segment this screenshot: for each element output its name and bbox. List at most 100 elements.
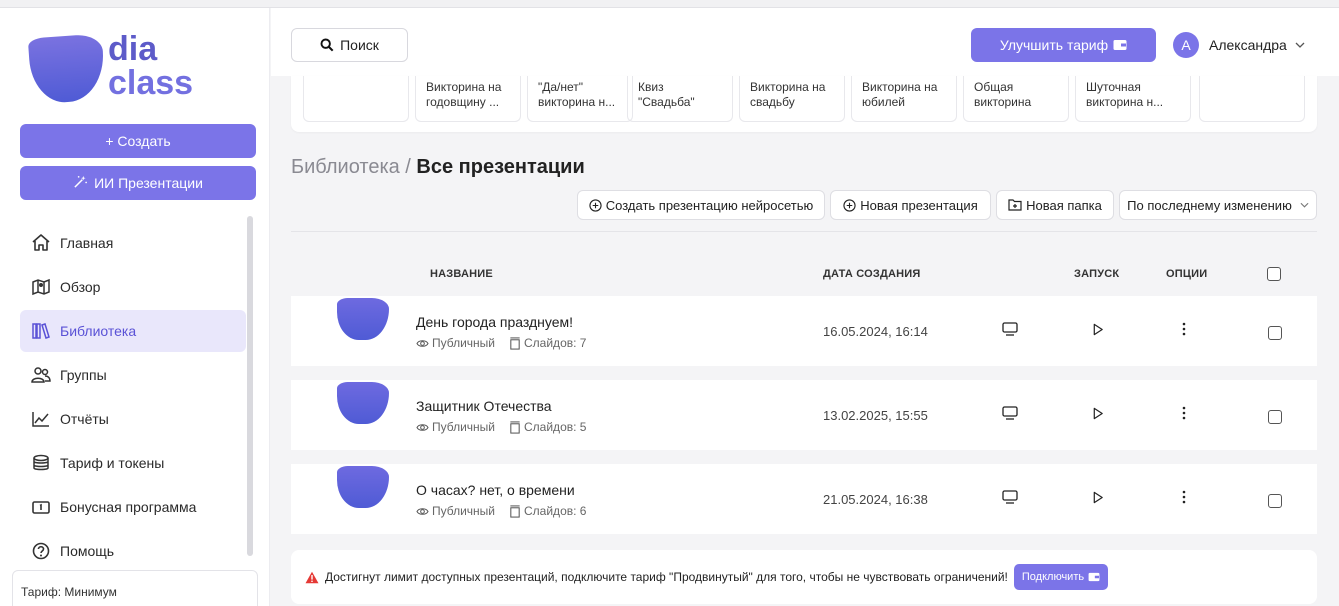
- more-options-icon[interactable]: [1175, 404, 1193, 422]
- presentation-title[interactable]: О часах? нет, о времени: [416, 482, 575, 498]
- chevron-down-icon: [1300, 202, 1309, 208]
- created-date: 21.05.2024, 16:38: [823, 492, 928, 507]
- chart-icon: [30, 408, 52, 430]
- map-icon: [30, 276, 52, 298]
- coins-icon: [30, 452, 52, 474]
- plus-circle-icon: [843, 198, 856, 212]
- template-card[interactable]: "Да/нет" викторина н...: [527, 76, 633, 122]
- slides-icon: [509, 504, 524, 518]
- template-card[interactable]: [1199, 76, 1305, 122]
- row-checkbox[interactable]: [1268, 494, 1282, 508]
- more-options-icon[interactable]: [1175, 320, 1193, 338]
- ai-presentations-label: ИИ Презентации: [94, 175, 203, 191]
- eye-icon: [416, 338, 432, 349]
- search-button[interactable]: Поиск: [291, 28, 408, 62]
- eye-icon: [416, 422, 432, 433]
- row-checkbox[interactable]: [1268, 410, 1282, 424]
- template-card[interactable]: Викторина на годовщину ...: [415, 76, 521, 122]
- slides-count: Слайдов: 6: [524, 504, 587, 518]
- table-row[interactable]: Защитник Отечества Публичный Слайдов: 5 …: [291, 380, 1317, 450]
- books-icon: [30, 320, 52, 342]
- sidebar-scrollbar[interactable]: [247, 216, 253, 556]
- search-icon: [320, 38, 334, 52]
- select-all-checkbox[interactable]: [1267, 267, 1281, 281]
- upgrade-label: Улучшить тариф: [999, 37, 1109, 53]
- sidebar-item-library[interactable]: Библиотека: [20, 310, 246, 352]
- presentation-thumbnail[interactable]: [337, 466, 389, 508]
- template-card[interactable]: Квиз "Свадьба": [627, 76, 733, 122]
- template-card[interactable]: Викторина на свадьбу: [739, 76, 845, 122]
- present-monitor-icon[interactable]: [1001, 404, 1019, 422]
- present-monitor-icon[interactable]: [1001, 488, 1019, 506]
- more-options-icon[interactable]: [1175, 488, 1193, 506]
- visibility-label: Публичный: [432, 336, 496, 350]
- sidebar-item-home[interactable]: Главная: [20, 222, 246, 264]
- sidebar-item-groups[interactable]: Группы: [20, 354, 246, 396]
- warning-icon: [305, 571, 319, 584]
- sidebar-item-label: Обзор: [60, 279, 101, 295]
- users-icon: [30, 364, 52, 386]
- new-presentation-button[interactable]: Новая презентация: [830, 190, 991, 220]
- chevron-down-icon: [1295, 42, 1305, 48]
- template-card[interactable]: Общая викторина: [963, 76, 1069, 122]
- column-header-date[interactable]: ДАТА СОЗДАНИЯ: [823, 268, 921, 280]
- ai-presentations-button[interactable]: ИИ Презентации: [20, 166, 256, 200]
- play-icon[interactable]: [1089, 404, 1107, 422]
- logo-text-dia: dia: [108, 30, 158, 68]
- breadcrumb[interactable]: Библиотека /: [291, 156, 416, 178]
- presentation-thumbnail[interactable]: [337, 298, 389, 340]
- sidebar-item-bonus[interactable]: Бонусная программа: [20, 486, 246, 528]
- page-title-text: Все презентации: [416, 156, 585, 178]
- table-row[interactable]: О часах? нет, о времени Публичный Слайдо…: [291, 464, 1317, 534]
- alert-text: Достигнут лимит доступных презентаций, п…: [325, 570, 1008, 584]
- template-card[interactable]: Викторина на юбилей: [851, 76, 957, 122]
- sidebar: dia class + Создать ИИ Презентации Главн…: [0, 8, 270, 606]
- sidebar-item-reports[interactable]: Отчёты: [20, 398, 246, 440]
- upgrade-tariff-button[interactable]: Улучшить тариф: [971, 28, 1156, 62]
- logo[interactable]: dia class: [27, 30, 200, 114]
- magic-wand-icon: [73, 174, 88, 193]
- help-icon: [30, 540, 52, 562]
- visibility-label: Публичный: [432, 504, 496, 518]
- column-header-options: ОПЦИИ: [1166, 268, 1208, 280]
- column-header-name[interactable]: НАЗВАНИЕ: [430, 268, 493, 280]
- template-card[interactable]: [303, 76, 409, 122]
- user-name: Александра: [1209, 37, 1287, 53]
- ticket-icon: [30, 496, 52, 518]
- sidebar-item-label: Группы: [60, 367, 107, 383]
- slides-count: Слайдов: 7: [524, 336, 587, 350]
- sidebar-item-tariff[interactable]: Тариф и токены: [20, 442, 246, 484]
- table-row[interactable]: День города празднуем! Публичный Слайдов…: [291, 296, 1317, 366]
- connect-tariff-button[interactable]: Подключить: [1013, 564, 1109, 590]
- wallet-icon: [1088, 572, 1100, 582]
- sidebar-item-help[interactable]: Помощь: [20, 530, 246, 572]
- present-monitor-icon[interactable]: [1001, 320, 1019, 338]
- divider: [291, 231, 1317, 232]
- eye-icon: [416, 506, 432, 517]
- play-icon[interactable]: [1089, 488, 1107, 506]
- top-header: Поиск Улучшить тариф A Александра: [271, 8, 1339, 76]
- sidebar-item-label: Помощь: [60, 543, 115, 559]
- presentation-title[interactable]: День города празднуем!: [416, 314, 573, 330]
- template-card[interactable]: Шуточная викторина н...: [1075, 76, 1191, 122]
- sidebar-item-overview[interactable]: Обзор: [20, 266, 246, 308]
- slides-icon: [509, 336, 524, 350]
- play-icon[interactable]: [1089, 320, 1107, 338]
- slides-count: Слайдов: 5: [524, 420, 587, 434]
- user-menu[interactable]: A Александра: [1173, 32, 1305, 58]
- created-date: 13.02.2025, 15:55: [823, 408, 928, 423]
- sidebar-item-label: Бонусная программа: [60, 499, 197, 515]
- folder-plus-icon: [1008, 199, 1022, 211]
- row-checkbox[interactable]: [1268, 326, 1282, 340]
- logo-blob-icon: [27, 33, 107, 105]
- presentation-thumbnail[interactable]: [337, 382, 389, 424]
- presentation-title[interactable]: Защитник Отечества: [416, 398, 552, 414]
- tariff-label: Тариф: Минимум: [21, 585, 117, 599]
- sort-select[interactable]: По последнему изменению: [1119, 190, 1317, 220]
- sidebar-item-label: Тариф и токены: [60, 455, 165, 471]
- create-button[interactable]: + Создать: [20, 124, 256, 158]
- new-folder-button[interactable]: Новая папка: [996, 190, 1114, 220]
- ai-create-presentation-button[interactable]: Создать презентацию нейросетью: [577, 190, 825, 220]
- page-title: Библиотека / Все презентации: [291, 156, 585, 179]
- create-label: + Создать: [105, 133, 171, 149]
